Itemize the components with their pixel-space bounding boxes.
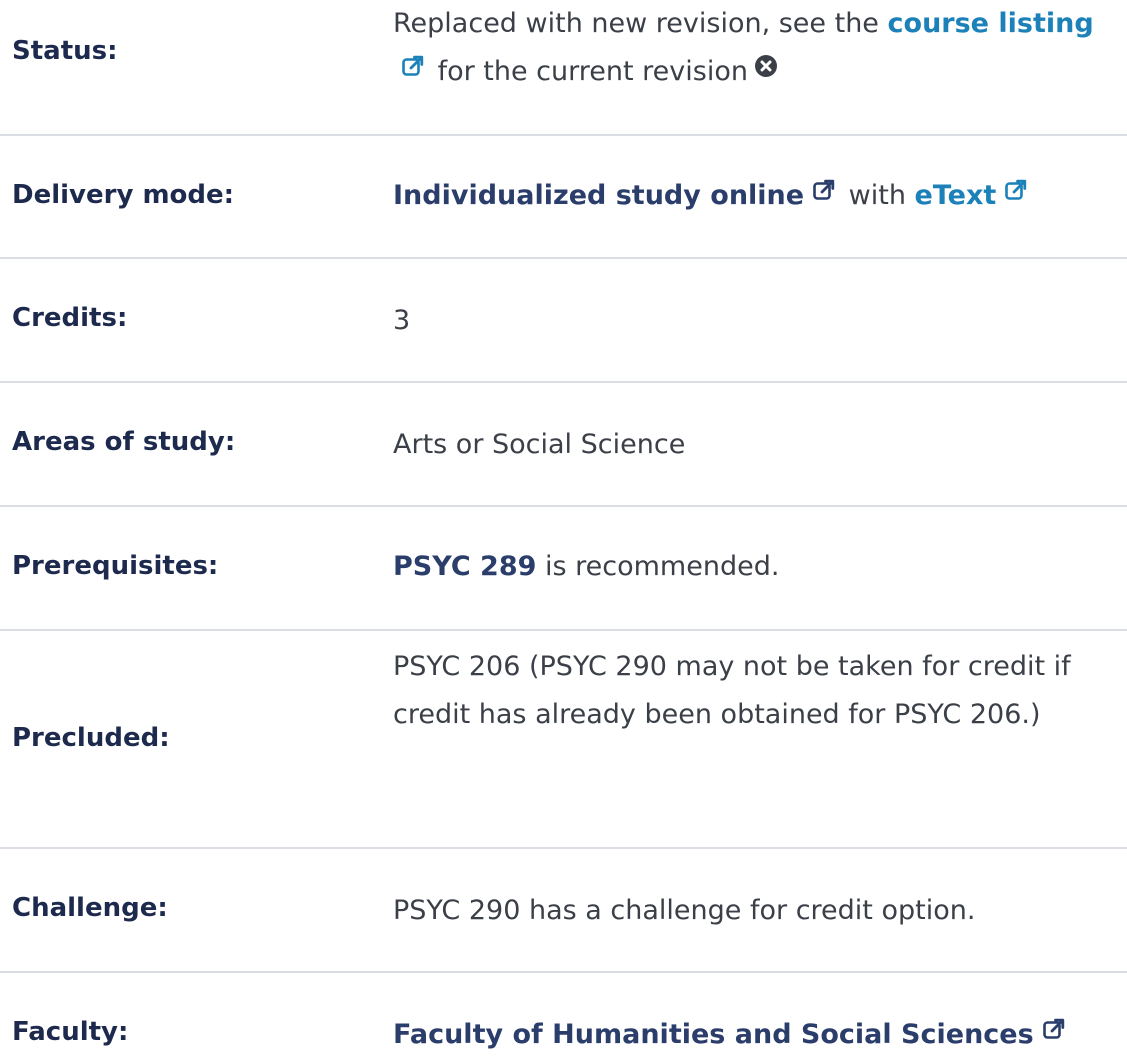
faculty-label: Faculty: [12,1017,129,1047]
individualized-study-link-text: Individualized study online [393,180,805,211]
challenge-value: PSYC 290 has a challenge for credit opti… [393,895,976,926]
prerequisites-suffix: is recommended. [536,551,780,582]
course-listing-link-text: course listing [887,8,1094,39]
external-link-icon[interactable] [1042,1009,1066,1057]
etext-link[interactable]: eText [915,180,997,211]
etext-link-text: eText [914,180,997,211]
status-text-prefix: Replaced with new revision, see the [393,8,888,39]
faculty-link-text: Faculty of Humanities and Social Science… [393,1019,1034,1050]
precluded-value: PSYC 206 (PSYC 290 may not be taken for … [393,651,1071,730]
areas-of-study-label: Areas of study: [12,427,236,457]
faculty-value: Faculty of Humanities and Social Science… [393,1011,1127,1060]
delivery-with-text: with [840,180,915,211]
areas-of-study-row: Areas of study: Arts or Social Science [0,383,1127,507]
precluded-label: Precluded: [12,723,170,753]
external-link-icon[interactable] [1004,170,1028,218]
external-link-icon[interactable] [812,170,836,218]
prerequisites-row: Prerequisites: PSYC 289 is recommended. [0,507,1127,631]
status-value: Replaced with new revision, see the cour… [393,0,1127,97]
delivery-mode-label: Delivery mode: [12,180,235,210]
delivery-mode-row: Delivery mode: Individualized study onli… [0,136,1127,259]
prerequisites-label: Prerequisites: [12,551,219,581]
close-circle-icon [754,46,778,94]
status-row: Status: Replaced with new revision, see … [0,0,1127,136]
delivery-mode-value: Individualized study online with eText [393,172,1127,221]
external-link-icon[interactable] [401,46,425,94]
course-listing-link[interactable]: course listing [888,8,1094,39]
precluded-row: Precluded: PSYC 206 (PSYC 290 may not be… [0,631,1127,849]
psyc-289-link[interactable]: PSYC 289 [393,551,536,582]
areas-of-study-value: Arts or Social Science [393,429,686,460]
credits-label: Credits: [12,303,128,333]
individualized-study-link[interactable]: Individualized study online [393,180,804,211]
psyc-289-link-text: PSYC 289 [393,551,537,582]
credits-value: 3 [393,305,411,336]
status-text-suffix: for the current revision [429,56,748,87]
status-label: Status: [12,36,118,66]
prerequisites-value: PSYC 289 is recommended. [393,543,1127,591]
faculty-row: Faculty: Faculty of Humanities and Socia… [0,973,1127,1050]
credits-row: Credits: 3 [0,259,1127,383]
faculty-link[interactable]: Faculty of Humanities and Social Science… [393,1019,1034,1050]
challenge-row: Challenge: PSYC 290 has a challenge for … [0,849,1127,973]
challenge-label: Challenge: [12,893,168,923]
